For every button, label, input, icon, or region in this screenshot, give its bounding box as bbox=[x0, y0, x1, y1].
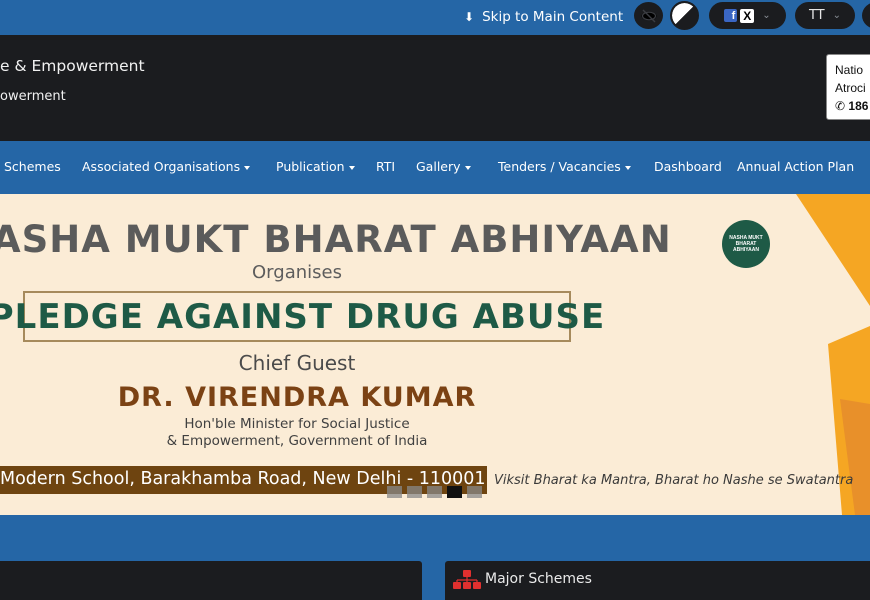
nav-item-dashboard[interactable]: Dashboard bbox=[654, 159, 722, 174]
major-schemes-heading: Major Schemes bbox=[485, 571, 592, 587]
nav-item-rti[interactable]: RTI bbox=[376, 159, 395, 174]
facebook-icon: f bbox=[724, 9, 738, 22]
top-utility-bar: ⬇ Skip to Main Content f X ⌄ TT ⌄ bbox=[0, 0, 870, 35]
caret-down-icon bbox=[348, 165, 355, 170]
caret-down-icon bbox=[464, 165, 471, 170]
chevron-down-icon: ⌄ bbox=[762, 10, 771, 21]
carousel-dot-4[interactable] bbox=[447, 486, 462, 498]
eye-slash-icon bbox=[640, 9, 657, 22]
banner-designation-line2: & Empowerment, Government of India bbox=[166, 433, 428, 449]
ministry-subtitle: owerment bbox=[0, 89, 66, 104]
nav-item-tenders-vacancies[interactable]: Tenders / Vacancies bbox=[498, 159, 631, 174]
nav-label: Tenders / Vacancies bbox=[498, 159, 621, 174]
helpline-number-row: ✆ 186 bbox=[835, 97, 870, 115]
language-button[interactable] bbox=[862, 2, 870, 29]
nav-item-publication[interactable]: Publication bbox=[276, 159, 355, 174]
nav-label: Annual Action Plan bbox=[737, 159, 855, 174]
helpline-card[interactable]: Natio Atroci ✆ 186 bbox=[826, 54, 870, 120]
font-size-dropdown[interactable]: TT ⌄ bbox=[795, 2, 855, 29]
caret-down-icon bbox=[244, 165, 251, 170]
nav-label: Dashboard bbox=[654, 159, 722, 174]
x-twitter-icon: X bbox=[740, 8, 755, 23]
carousel-dot-1[interactable] bbox=[387, 486, 402, 498]
hero-carousel[interactable]: ASHA MUKT BHARAT ABHIYAAN Organises PLED… bbox=[0, 194, 870, 515]
nav-item-gallery[interactable]: Gallery bbox=[416, 159, 471, 174]
phone-icon: ✆ bbox=[835, 99, 846, 113]
nav-item-associated-organisations[interactable]: Associated Organisations bbox=[82, 159, 251, 174]
banner-guest-name: DR. VIRENDRA KUMAR bbox=[117, 382, 477, 413]
helpline-line2: Atroci bbox=[835, 81, 866, 95]
carousel-indicators bbox=[387, 486, 482, 498]
chevron-down-icon: ⌄ bbox=[832, 10, 842, 21]
nav-label: Schemes bbox=[4, 159, 61, 174]
arrow-down-icon: ⬇ bbox=[464, 10, 475, 24]
banner-campaign-title: ASHA MUKT BHARAT ABHIYAAN bbox=[0, 218, 672, 261]
skip-to-main-content-link[interactable]: ⬇ Skip to Main Content bbox=[464, 7, 623, 27]
carousel-dot-3[interactable] bbox=[427, 486, 442, 498]
banner-chief-guest: Chief Guest bbox=[238, 351, 356, 375]
nav-label: Gallery bbox=[416, 159, 461, 174]
skip-link-label: Skip to Main Content bbox=[482, 9, 624, 25]
nav-label: Publication bbox=[276, 159, 345, 174]
nasha-mukt-logo: NASHA MUKT BHARAT ABHIYAAN bbox=[722, 220, 770, 268]
hide-images-button[interactable] bbox=[634, 2, 663, 29]
carousel-dot-2[interactable] bbox=[407, 486, 422, 498]
helpline-line1: Natio bbox=[835, 63, 864, 77]
carousel-dot-5[interactable] bbox=[467, 486, 482, 498]
nav-label: Associated Organisations bbox=[82, 159, 241, 174]
nav-item-schemes[interactable]: Schemes bbox=[4, 159, 61, 174]
main-navigation: Schemes Associated Organisations Publica… bbox=[0, 141, 870, 194]
banner-tagline: Viksit Bharat ka Mantra, Bharat ho Nashe… bbox=[494, 473, 854, 488]
pledge-box: PLEDGE AGAINST DRUG ABUSE bbox=[0, 291, 606, 342]
site-header: e & Empowerment owerment Natio Atroci ✆ … bbox=[0, 35, 870, 141]
schemes-network-icon bbox=[453, 570, 481, 589]
font-size-label: TT bbox=[808, 8, 825, 23]
left-panel bbox=[0, 561, 422, 600]
nav-item-annual-action-plan[interactable]: Annual Action Plan bbox=[737, 159, 854, 174]
helpline-number: 186 bbox=[848, 99, 869, 113]
banner-designation-line1: Hon'ble Minister for Social Justice bbox=[184, 416, 410, 432]
contrast-toggle-button[interactable] bbox=[670, 1, 699, 30]
nav-label: RTI bbox=[376, 159, 396, 174]
ministry-title: e & Empowerment bbox=[0, 57, 145, 75]
contrast-icon bbox=[672, 3, 697, 28]
banner-organises: Organises bbox=[252, 262, 342, 283]
banner-pledge-title: PLEDGE AGAINST DRUG ABUSE bbox=[0, 296, 606, 337]
social-media-dropdown[interactable]: f X ⌄ bbox=[709, 2, 786, 29]
caret-down-icon bbox=[624, 165, 631, 170]
logo-text-3: ABHIYAAN bbox=[733, 247, 759, 253]
